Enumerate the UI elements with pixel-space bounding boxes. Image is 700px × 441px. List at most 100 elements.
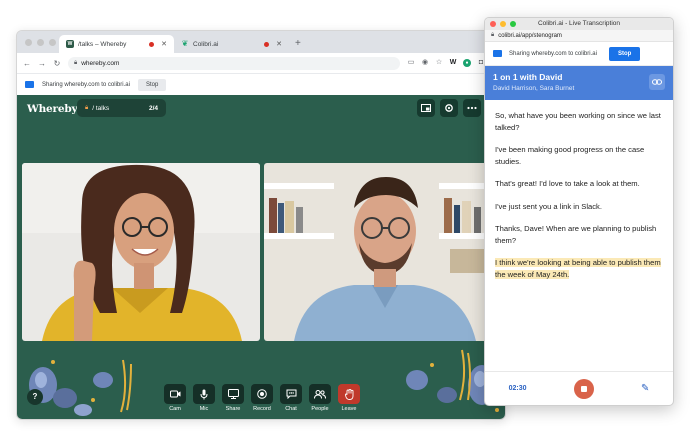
settings-button[interactable] [440,99,458,117]
transcript-line: That's great! I'd love to take a look at… [495,179,640,188]
address-bar[interactable]: 🔒︎ whereby.com [68,56,400,70]
close-tab-icon[interactable]: ✕ [276,40,282,48]
participant-video-david [264,163,505,341]
chat-button[interactable]: Chat [280,384,302,412]
bookmark-star-icon[interactable]: ☆ [435,59,443,67]
more-dots-icon [467,106,477,110]
close-window-button[interactable] [25,39,32,46]
meeting-title: 1 on 1 with David [493,72,563,82]
screen-share-bar: Sharing whereby.com to colibri.ai Stop [17,73,505,95]
transcript-line: So, what have you been working on since … [495,111,661,132]
transcription-popup-window: Colibri.ai - Live Transcription 🔒︎ colib… [484,17,674,406]
transcript-line-highlighted: I think we're looking at being able to p… [495,258,661,279]
transcript-line: I've been making good progress on the ca… [495,145,645,166]
tab-label: /talks – Whereby [78,40,127,48]
help-button[interactable]: ? [27,389,43,405]
popup-address-bar[interactable]: 🔒︎ colibri.ai/app/stenogram [485,30,673,42]
reload-icon[interactable]: ↻ [53,59,61,68]
meeting-controls: Cam Mic Share Record Chat People Leave [164,384,360,412]
new-tab-button[interactable]: + [289,35,307,53]
whereby-favicon-icon: W [66,40,74,48]
chat-icon [286,389,296,399]
more-options-button[interactable] [463,99,481,117]
people-button[interactable]: People [309,384,331,412]
tab-colibri[interactable]: ❦ Colibri.ai ✕ [174,35,289,53]
recording-indicator-icon [264,41,270,47]
room-info-pill[interactable]: 🔒︎ / talks 2/4 [77,99,166,117]
participant-count: 2/4 [148,104,158,112]
man-video-image [264,163,505,341]
recording-indicator-icon [149,41,155,47]
gear-icon [445,104,453,112]
hand-wave-icon [344,388,353,400]
colibri-favicon-icon: ❦ [181,39,189,48]
tab-whereby[interactable]: W /talks – Whereby ✕ [59,35,174,53]
transcript-list: So, what have you been working on since … [485,100,673,280]
link-icon [652,79,662,85]
screen-share-icon [25,81,34,88]
popup-window-title: Colibri.ai - Live Transcription [537,20,620,27]
meeting-header: 1 on 1 with David David Harrison, Sara B… [485,66,673,100]
stop-square-icon [580,385,587,392]
edit-pencil-icon[interactable]: ✎ [641,383,649,394]
tab-label: Colibri.ai [193,40,219,48]
screen-share-icon [493,50,502,57]
chat-label: Chat [285,406,297,412]
meeting-room: Whereby 🔒︎ / talks 2/4 ? Cam Mic Share R… [17,95,505,419]
popup-titlebar: Colibri.ai - Live Transcription [485,18,673,30]
share-status-text: Sharing whereby.com to colibri.ai [42,81,130,88]
popup-window-controls [490,21,516,27]
leave-label: Leave [341,406,357,412]
recording-timer: 02:30 [508,385,527,392]
lock-icon: 🔒︎ [74,59,78,66]
tab-strip: W /talks – Whereby ✕ ❦ Colibri.ai ✕ + [17,31,505,53]
transcript-line: I've just sent you a link in Slack. [495,201,602,211]
screenshot-stage: W /talks – Whereby ✕ ❦ Colibri.ai ✕ + ← … [0,0,700,441]
popup-minimize-button[interactable] [500,21,506,27]
popup-url: colibri.ai/app/stenogram [498,32,562,39]
screen-capture-icon[interactable]: ◉ [421,59,429,67]
room-name: / talks [92,104,110,112]
popup-close-button[interactable] [490,21,496,27]
mic-label: Mic [199,406,209,412]
layout-icon [421,104,431,112]
stop-recording-button[interactable] [573,378,594,399]
room-top-buttons [417,99,481,117]
popup-share-bar: Sharing whereby.com to colibri.ai Stop [485,42,673,66]
whereby-logo: Whereby [27,103,78,115]
people-label: People [311,406,329,412]
share-button[interactable]: Share [222,384,244,412]
camera-permission-icon[interactable]: ▭ [407,59,415,67]
minimize-window-button[interactable] [37,39,44,46]
mic-icon [200,389,208,399]
browser-toolbar: ← → ↻ 🔒︎ whereby.com ▭ ◉ ☆ W ● ◘ ✦ [17,53,505,73]
popup-stop-button[interactable]: Stop [608,46,641,61]
popup-maximize-button[interactable] [510,21,516,27]
decorative-plants-left [29,359,132,416]
copy-link-button[interactable] [649,74,665,90]
maximize-window-button[interactable] [49,39,56,46]
record-icon [257,389,267,399]
back-arrow-icon[interactable]: ← [23,59,31,68]
close-tab-icon[interactable]: ✕ [161,40,167,48]
forward-arrow-icon[interactable]: → [38,59,46,68]
woman-video-image [22,163,260,341]
cam-label: Cam [169,406,181,412]
mic-button[interactable]: Mic [193,384,215,412]
cam-button[interactable]: Cam [164,384,186,412]
lock-icon: 🔒︎ [491,32,495,38]
meeting-participants: David Harrison, Sara Burnet [493,85,575,92]
stop-sharing-button[interactable]: Stop [137,78,167,91]
record-button[interactable]: Record [251,384,273,412]
participant-video-sara [22,163,260,341]
leave-button[interactable]: Leave [338,384,360,412]
layout-button[interactable] [417,99,435,117]
transcript-line: Thanks, Dave! When are we planning to pu… [495,224,657,245]
window-controls [25,39,56,46]
camera-icon [169,390,180,398]
record-label: Record [253,406,271,412]
colibri-extension-icon[interactable]: ● [463,59,471,67]
screen-share-icon [227,389,239,399]
whereby-extension-icon[interactable]: W [449,59,457,67]
browser-window: W /talks – Whereby ✕ ❦ Colibri.ai ✕ + ← … [16,30,506,420]
